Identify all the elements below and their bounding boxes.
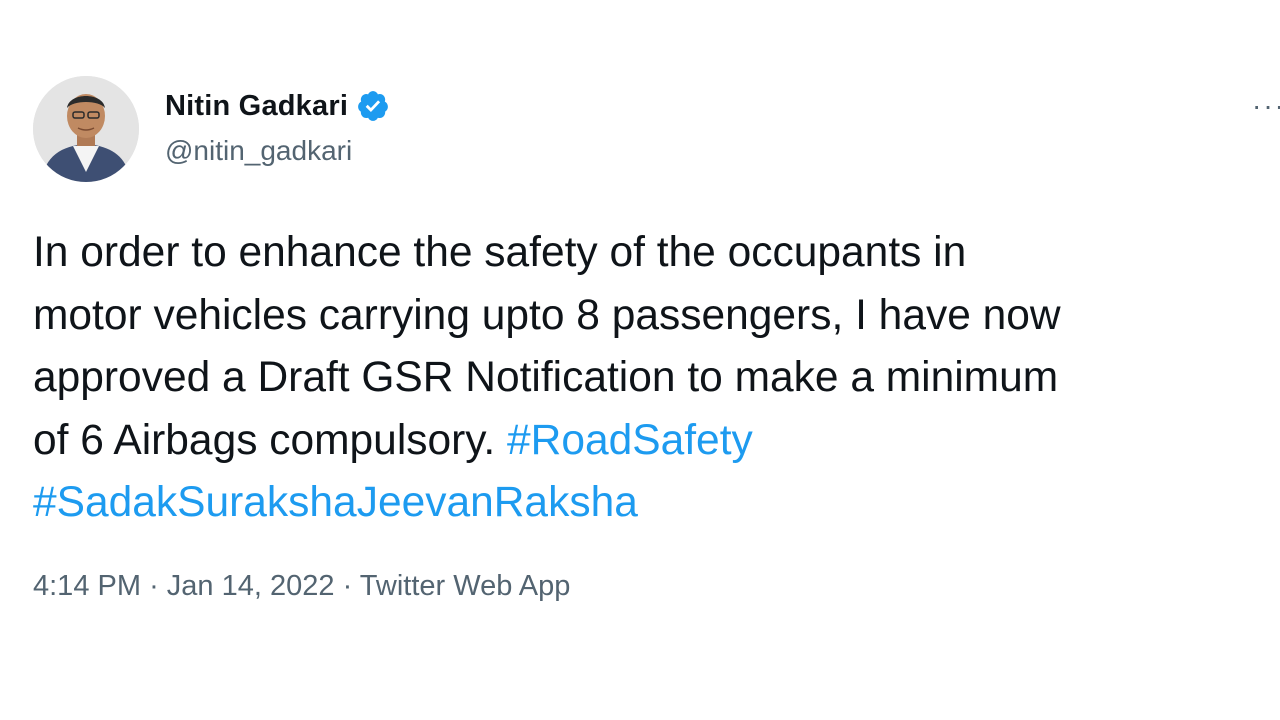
meta-separator: · [342,570,353,602]
author-handle[interactable]: @nitin_gadkari [165,135,352,167]
tweet-time[interactable]: 4:14 PM [33,570,141,602]
tweet-metadata: 4:14 PM · Jan 14, 2022 · Twitter Web App [33,570,570,603]
author-name-row: Nitin Gadkari [165,86,390,126]
tweet-text-line: of 6 Airbags compulsory. #RoadSafety [33,410,1273,473]
avatar-image [33,76,139,182]
hashtag-link-roadsafety[interactable]: #RoadSafety [507,417,753,464]
meta-separator: · [149,570,159,602]
more-options-icon[interactable]: ··· [1252,92,1280,120]
tweet-date[interactable]: Jan 14, 2022 [167,570,335,602]
avatar[interactable] [33,76,139,182]
author-display-name[interactable]: Nitin Gadkari [165,90,348,123]
tweet-text: In order to enhance the safety of the oc… [33,222,1273,535]
tweet-text-line: approved a Draft GSR Notification to mak… [33,354,1059,401]
hashtag-link-sadaksuraksha[interactable]: #SadakSurakshaJeevanRaksha [33,479,638,526]
tweet-source[interactable]: Twitter Web App [360,570,571,602]
tweet-text-fragment: of 6 Airbags compulsory. [33,416,496,464]
tweet-text-line: motor vehicles carrying upto 8 passenger… [33,291,1061,339]
verified-badge-icon [356,89,390,123]
tweet-card: Nitin Gadkari @nitin_gadkari ··· In orde… [0,0,1280,720]
tweet-text-line: #SadakSurakshaJeevanRaksha [33,472,1273,535]
tweet-text-line: In order to enhance the safety of the oc… [33,229,967,276]
